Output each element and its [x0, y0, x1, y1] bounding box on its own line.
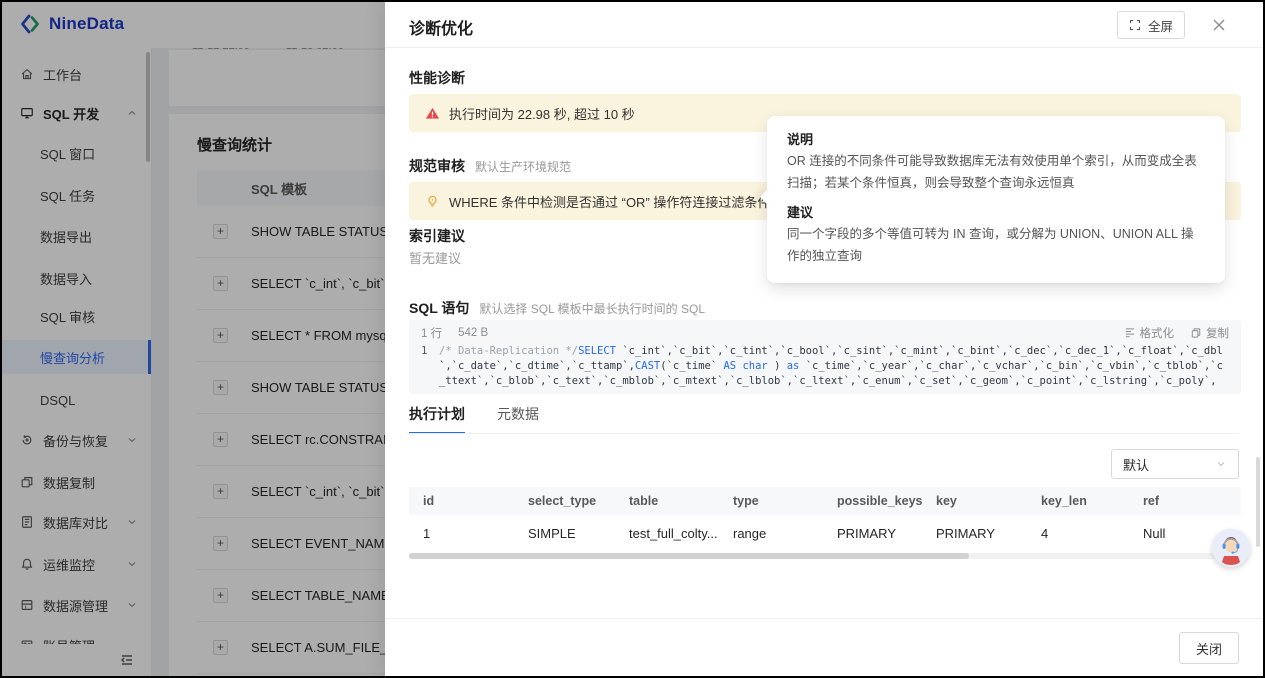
section-title-sql: SQL 语句默认选择 SQL 模板中最长执行时间的 SQL [409, 298, 705, 318]
support-avatar-icon [1212, 529, 1250, 567]
copy-label: 复制 [1206, 325, 1229, 341]
plan-table-header: id select_type table type possible_keys … [409, 487, 1241, 515]
col-key: key [922, 494, 1027, 508]
col-ref: ref [1129, 494, 1241, 508]
close-button[interactable]: 关闭 [1179, 632, 1239, 664]
drawer-header: 诊断优化 全屏 [385, 2, 1263, 48]
select-value: 默认 [1123, 455, 1149, 474]
tooltip-description: OR 连接的不同条件可能导致数据库无法有效使用单个索引，从而变成全表扫描；若某个… [787, 151, 1205, 194]
sql-comment: /* Data-Replication */ [439, 345, 578, 357]
sql-code-text: /* Data-Replication */SELECT `c_int`,`c_… [439, 344, 1229, 389]
format-label: 格式化 [1140, 325, 1175, 341]
plan-tabs: 执行计划 元数据 [409, 404, 539, 434]
cell-type: range [719, 526, 823, 541]
col-key-len: key_len [1027, 494, 1129, 508]
warning-triangle-icon [425, 106, 440, 121]
col-possible-keys: possible_keys [823, 494, 922, 508]
tooltip-heading-advice: 建议 [787, 202, 1205, 221]
section-title-review: 规范审核默认生产环境规范 [409, 156, 571, 176]
cell-table: test_full_colty... [615, 526, 719, 541]
line-number: 1 [421, 344, 439, 389]
col-table: table [615, 494, 719, 508]
index-empty-text: 暂无建议 [409, 248, 461, 267]
col-select-type: select_type [514, 494, 615, 508]
close-icon[interactable] [1211, 17, 1227, 33]
sql-keyword: AS char [723, 360, 767, 372]
section-title-performance: 性能诊断 [409, 68, 465, 88]
sql-code-block: 1 行 542 B 格式化 复制 1 /* Data-Replication *… [409, 320, 1241, 394]
sql-subtitle: 默认选择 SQL 模板中最长执行时间的 SQL [479, 302, 705, 316]
format-button[interactable]: 格式化 [1124, 325, 1175, 341]
fullscreen-label: 全屏 [1148, 16, 1173, 35]
rule-tooltip: 说明 OR 连接的不同条件可能导致数据库无法有效使用单个索引，从而变成全表扫描；… [767, 116, 1225, 283]
code-line-count: 1 行 [421, 325, 442, 341]
sql-fragment: (`c_time` [660, 360, 723, 372]
tab-execution-plan[interactable]: 执行计划 [409, 404, 465, 434]
col-type: type [719, 494, 823, 508]
performance-alert-text: 执行时间为 22.98 秒, 超过 10 秒 [449, 104, 635, 123]
support-widget[interactable] [1212, 529, 1250, 567]
code-header: 1 行 542 B 格式化 复制 [409, 320, 1241, 344]
app-window: NineData 工作台 SQL 开发 SQL 窗口 SQL 任务 数据导出 数… [0, 0, 1265, 678]
plan-table-row: 1 SIMPLE test_full_colty... range PRIMAR… [409, 515, 1241, 551]
cell-key: PRIMARY [922, 526, 1027, 541]
cell-select-type: SIMPLE [514, 526, 615, 541]
code-body: 1 /* Data-Replication */SELECT `c_int`,`… [409, 344, 1241, 389]
code-size: 542 B [458, 327, 488, 339]
sql-keyword: CAST [635, 360, 660, 372]
tooltip-heading-description: 说明 [787, 129, 1205, 148]
drawer-footer: 关闭 [385, 618, 1263, 676]
review-title: 规范审核 [409, 158, 465, 174]
format-icon [1124, 327, 1136, 339]
copy-button[interactable]: 复制 [1190, 325, 1229, 341]
fullscreen-button[interactable]: 全屏 [1117, 11, 1185, 39]
copy-icon [1190, 327, 1202, 339]
sql-fragment: ) [768, 360, 787, 372]
review-subtitle: 默认生产环境规范 [475, 160, 571, 174]
horizontal-scrollbar-track [409, 553, 1241, 559]
sql-title: SQL 语句 [409, 300, 469, 316]
drawer-title: 诊断优化 [409, 15, 473, 39]
diagnosis-drawer: 诊断优化 全屏 性能诊断 执行时间为 22.98 秒, 超过 10 秒 规范审核… [385, 2, 1263, 676]
fullscreen-icon [1129, 19, 1141, 31]
sql-keyword: SELECT [578, 345, 616, 357]
cell-possible-keys: PRIMARY [823, 526, 922, 541]
cell-key-len: 4 [1027, 526, 1129, 541]
cell-id: 1 [409, 526, 514, 541]
tooltip-advice: 同一个字段的多个等值可转为 IN 查询，或分解为 UNION、UNION ALL… [787, 224, 1205, 267]
section-title-index: 索引建议 [409, 226, 465, 246]
chevron-down-icon [1215, 458, 1227, 470]
bulb-icon [425, 194, 440, 209]
review-alert-text: WHERE 条件中检测是否通过 “OR” 操作符连接过滤条件 [449, 192, 770, 211]
tab-metadata[interactable]: 元数据 [497, 404, 539, 434]
col-id: id [409, 494, 514, 508]
plan-mode-select[interactable]: 默认 [1111, 449, 1239, 479]
sql-keyword: as [787, 360, 800, 372]
horizontal-scrollbar-thumb[interactable] [409, 553, 969, 559]
drawer-scrollbar-thumb[interactable] [1256, 457, 1260, 547]
tabs-divider [409, 433, 1239, 434]
